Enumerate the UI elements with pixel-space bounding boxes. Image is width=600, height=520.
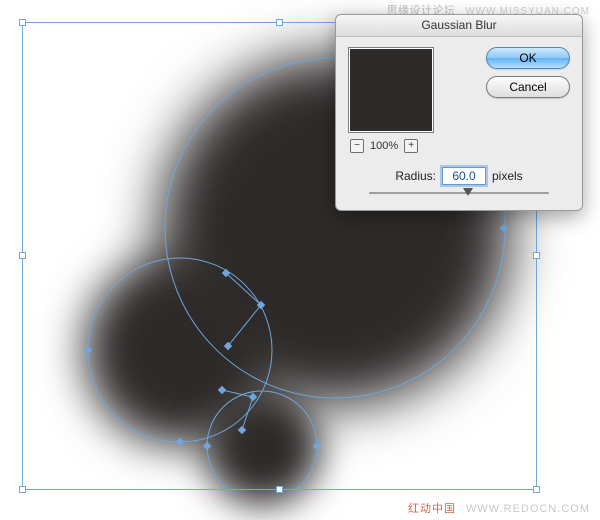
cancel-button[interactable]: Cancel <box>486 76 570 98</box>
ok-button[interactable]: OK <box>486 47 570 69</box>
zoom-out-button[interactable]: − <box>350 139 364 153</box>
dialog-title: Gaussian Blur <box>336 15 582 37</box>
radius-input[interactable] <box>442 167 486 185</box>
resize-handle-bl[interactable] <box>19 486 26 493</box>
radius-slider[interactable] <box>369 192 549 194</box>
resize-handle-r[interactable] <box>533 252 540 259</box>
radius-units: pixels <box>492 169 523 183</box>
resize-handle-t[interactable] <box>276 19 283 26</box>
minus-icon: − <box>354 141 360 151</box>
dialog-body: − 100% + OK Cancel Radius: pixels <box>336 37 582 210</box>
resize-handle-b[interactable] <box>276 486 283 493</box>
dialog-buttons: OK Cancel <box>486 47 570 98</box>
resize-handle-l[interactable] <box>19 252 26 259</box>
watermark-bottom: 红动中国 WWW.REDOCN.COM <box>408 500 590 516</box>
watermark-bottom-cn: 红动中国 <box>408 503 456 515</box>
resize-handle-br[interactable] <box>533 486 540 493</box>
radius-row: Radius: pixels <box>348 167 570 185</box>
watermark-bottom-url: WWW.REDOCN.COM <box>466 503 590 515</box>
resize-handle-tl[interactable] <box>19 19 26 26</box>
zoom-controls: − 100% + <box>350 139 570 153</box>
zoom-in-button[interactable]: + <box>404 139 418 153</box>
zoom-percent: 100% <box>370 140 398 152</box>
gaussian-blur-dialog: Gaussian Blur − 100% + OK Cancel Radius:… <box>335 14 583 211</box>
radius-label: Radius: <box>395 169 436 183</box>
effect-preview[interactable] <box>348 47 434 133</box>
plus-icon: + <box>408 141 414 151</box>
slider-thumb-icon[interactable] <box>463 188 473 196</box>
